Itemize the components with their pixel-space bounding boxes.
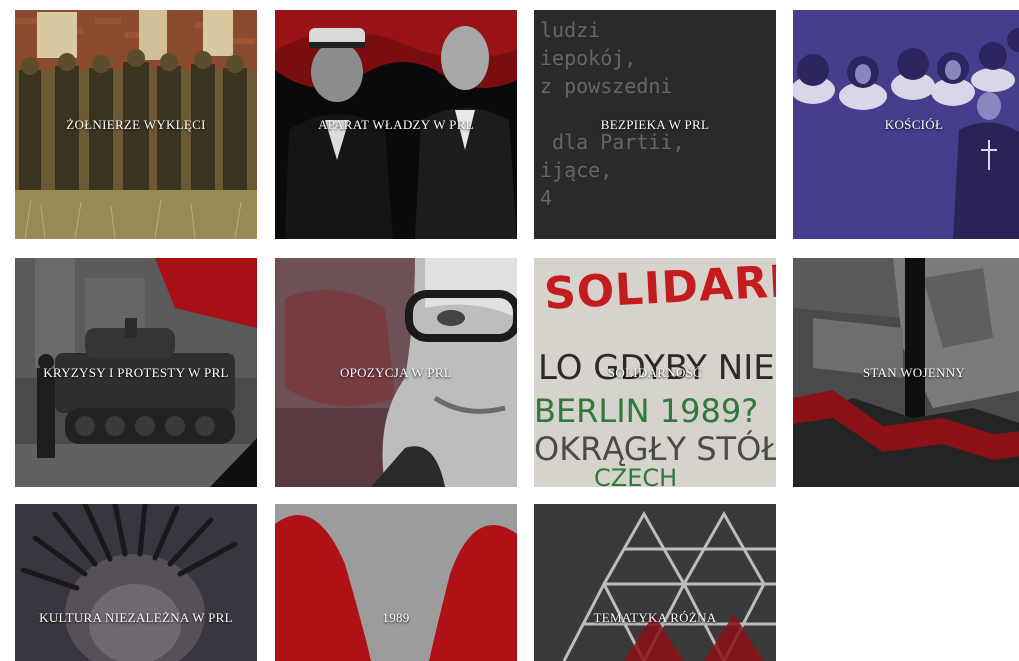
tile-kosciol[interactable]: KOŚCIÓŁ (793, 10, 1019, 239)
tile-label: KULTURA NIEZALEŻNA W PRL (39, 610, 233, 625)
tile-label: STAN WOJENNY (862, 364, 966, 380)
triangle-structure-graphic (534, 504, 776, 661)
tile-label: 1989 (382, 610, 410, 625)
banner-text-stol: OKRĄGŁY STÓŁ? (534, 430, 776, 468)
tile-solidarnosc[interactable]: SOLIDARN LO GDYBY NIESI BERLIN 1989? OKR… (534, 258, 776, 487)
banner-text-berlin: BERLIN 1989? (534, 392, 759, 430)
document-text: ludzi iepokój, z powszedni dla Partii, i… (540, 18, 685, 210)
banner-text-solidarnosc: SOLIDARN (542, 258, 776, 320)
tile-tematyka-rozna[interactable]: TEMATYKA RÓŻNA (534, 504, 776, 661)
tile-label: TEMATYKA RÓŻNA (593, 610, 717, 625)
tile-label: ŻOŁNIERZE WYKLĘCI (66, 116, 206, 132)
tile-1989[interactable]: 1989 (275, 504, 517, 661)
tile-zolnierze-wykleci[interactable]: ŻOŁNIERZE WYKLĘCI (15, 10, 257, 239)
tile-opozycja[interactable]: OPOZYCJA W PRL (275, 258, 517, 487)
banner-text-czech: CZECH (594, 464, 678, 487)
tile-kultura-niezalezna[interactable]: KULTURA NIEZALEŻNA W PRL (15, 504, 257, 661)
tile-kryzysy-protesty[interactable]: KRYZYSY I PROTESTY W PRL (15, 258, 257, 487)
tile-label: KRYZYSY I PROTESTY W PRL (43, 364, 229, 380)
tile-label: APARAT WŁADZY W PRL (318, 116, 474, 132)
tile-stan-wojenny[interactable]: STAN WOJENNY (793, 258, 1019, 487)
punk-photo (15, 504, 257, 661)
tile-aparat-wladzy[interactable]: APARAT WŁADZY W PRL (275, 10, 517, 239)
tile-label: OPOZYCJA W PRL (339, 364, 453, 380)
tile-bezpieka[interactable]: ludzi iepokój, z powszedni dla Partii, i… (534, 10, 776, 239)
topics-grid: ŻOŁNIERZE WYKLĘCI APARAT WŁADZY W PRL lu… (0, 0, 1019, 661)
tile-label: KOŚCIÓŁ (884, 116, 944, 132)
v-shape-graphic (275, 504, 517, 661)
tile-label: BEZPIEKA W PRL (600, 116, 710, 132)
tile-label: SOLIDARNOŚĆ (607, 364, 703, 380)
